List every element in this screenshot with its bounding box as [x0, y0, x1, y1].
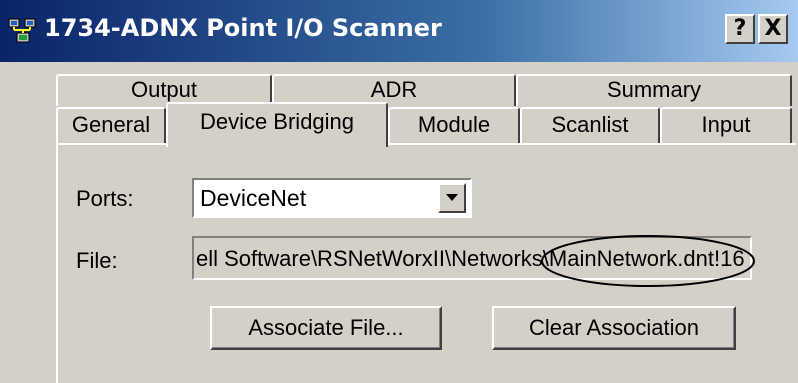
title-bar: 1734-ADNX Point I/O Scanner ? X [0, 0, 798, 62]
tab-scanlist[interactable]: Scanlist [520, 107, 660, 143]
tab-input[interactable]: Input [660, 107, 792, 143]
associate-file-button[interactable]: Associate File... [210, 306, 442, 350]
window-title: 1734-ADNX Point I/O Scanner [44, 14, 442, 42]
ports-dropdown[interactable]: DeviceNet [192, 178, 472, 218]
tab-summary[interactable]: Summary [516, 74, 792, 106]
highlight-ellipse [541, 235, 755, 287]
ports-selected-value: DeviceNet [200, 185, 307, 211]
ports-label: Ports: [76, 186, 134, 211]
tab-general[interactable]: General [56, 107, 166, 143]
help-button[interactable]: ? [725, 14, 755, 44]
tab-device-bridging[interactable]: Device Bridging [166, 102, 388, 147]
close-button[interactable]: X [758, 14, 788, 44]
ports-dropdown-button[interactable] [438, 183, 466, 213]
clear-association-button[interactable]: Clear Association [492, 306, 736, 350]
tab-module[interactable]: Module [388, 107, 520, 143]
file-label: File: [76, 248, 118, 273]
chevron-down-icon [446, 194, 458, 201]
network-app-icon [8, 17, 38, 45]
